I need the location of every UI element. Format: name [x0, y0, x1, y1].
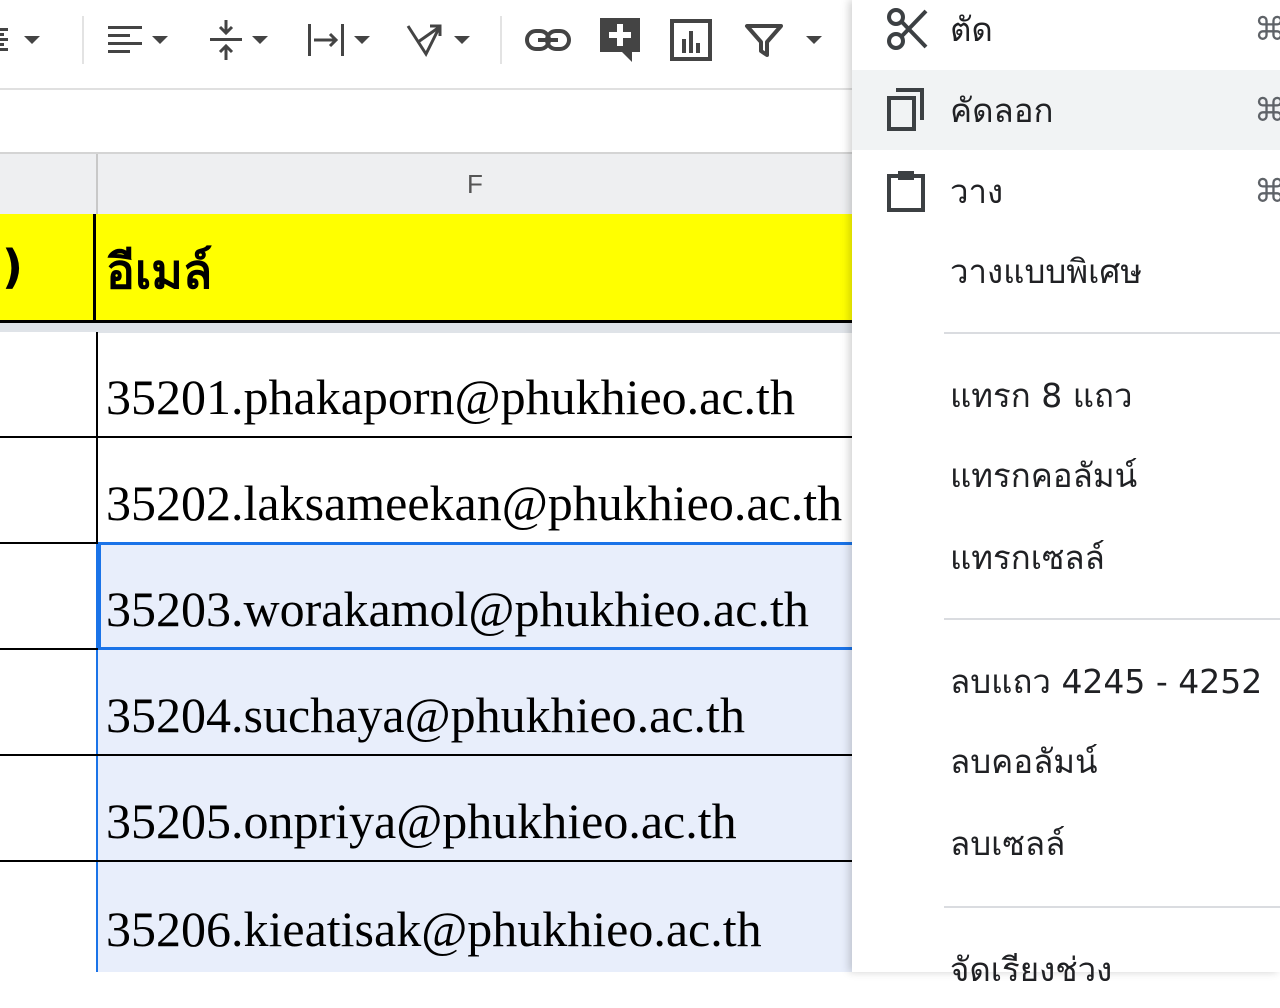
menu-divider	[944, 618, 1280, 620]
menu-item-label: แทรกเซลล์	[950, 537, 1105, 577]
table-row: 35204.suchaya@phukhieo.ac.th	[0, 650, 852, 756]
email-cell[interactable]: 35204.suchaya@phukhieo.ac.th	[106, 686, 745, 744]
table-cell[interactable]	[0, 756, 98, 860]
shortcut-hint: ⌘	[1254, 92, 1280, 128]
menu-item-delete-column[interactable]: ลบคอลัมน์	[852, 722, 1280, 800]
toolbar-divider	[500, 16, 502, 64]
table-row: 35206.kieatisak@phukhieo.ac.th	[0, 862, 852, 972]
table-row: 35201.phakaporn@phukhieo.ac.th	[0, 332, 852, 438]
email-cell[interactable]: 35206.kieatisak@phukhieo.ac.th	[106, 900, 762, 958]
header-row: ม) อีเมล์	[0, 214, 852, 323]
insert-chart-button[interactable]	[670, 16, 712, 64]
text-wrap-menu-button[interactable]	[0, 16, 42, 64]
header-cell-prev[interactable]: ม)	[0, 214, 96, 320]
table-row: 35205.onpriya@phukhieo.ac.th	[0, 756, 852, 862]
chart-icon	[670, 19, 712, 61]
chevron-down-icon	[454, 36, 470, 44]
text-wrapping-icon	[308, 24, 344, 56]
clipboard-icon	[887, 171, 925, 212]
menu-item-label: แทรกคอลัมน์	[950, 455, 1138, 495]
vertical-align-menu-button[interactable]	[208, 16, 270, 64]
menu-item-delete-rows[interactable]: ลบแถว 4245 - 4252	[852, 642, 1280, 720]
table-row: 35202.laksameekan@phukhieo.ac.th	[0, 438, 852, 544]
table-cell[interactable]	[0, 650, 98, 754]
link-icon	[525, 29, 571, 51]
text-rotation-icon	[406, 24, 442, 58]
email-cell[interactable]: 35203.worakamol@phukhieo.ac.th	[106, 580, 809, 638]
table-cell[interactable]	[0, 862, 98, 972]
chevron-down-icon	[354, 36, 370, 44]
chevron-down-icon	[806, 36, 822, 44]
menu-divider	[944, 332, 1280, 334]
insert-comment-button[interactable]	[598, 16, 642, 64]
shortcut-hint: ⌘	[1254, 11, 1280, 47]
menu-divider	[944, 906, 1280, 908]
table-cell[interactable]	[0, 438, 98, 542]
menu-item-paste-special[interactable]: วางแบบพิเศษ	[852, 232, 1280, 310]
filter-menu-button[interactable]	[744, 16, 824, 64]
menu-item-copy[interactable]: คัดลอก ⌘	[852, 70, 1280, 150]
header-prev-fragment: ม)	[0, 239, 23, 294]
email-cell[interactable]: 35202.laksameekan@phukhieo.ac.th	[106, 474, 842, 532]
menu-item-label: ลบเซลล์	[950, 823, 1066, 863]
menu-item-label: วางแบบพิเศษ	[950, 251, 1143, 291]
chevron-down-icon	[152, 36, 168, 44]
menu-item-paste[interactable]: วาง ⌘	[852, 152, 1280, 230]
copy-icon	[887, 88, 924, 131]
menu-item-insert-cells[interactable]: แทรกเซลล์	[852, 518, 1280, 596]
text-wrap-icon	[0, 28, 8, 51]
table-cell[interactable]	[0, 332, 98, 436]
insert-link-button[interactable]	[524, 16, 572, 64]
scissors-icon	[887, 8, 928, 50]
text-wrapping-menu-button[interactable]	[306, 16, 372, 64]
formula-bar[interactable]	[0, 88, 852, 154]
shortcut-hint: ⌘	[1254, 173, 1280, 209]
menu-item-cut[interactable]: ตัด ⌘	[852, 0, 1280, 68]
column-header-e[interactable]	[0, 154, 98, 214]
chevron-down-icon	[252, 36, 268, 44]
menu-item-label: ตัด	[950, 9, 993, 49]
menu-item-sort-range[interactable]: จัดเรียงช่วง	[852, 930, 1280, 1008]
context-menu: ตัด ⌘ คัดลอก ⌘ วาง ⌘ วางแบบพิเศษ แทรก 8 …	[852, 0, 1280, 989]
table-cell[interactable]	[0, 544, 98, 648]
text-rotation-menu-button[interactable]	[404, 16, 472, 64]
filter-icon	[745, 24, 783, 57]
add-comment-icon	[600, 18, 640, 62]
toolbar-divider	[82, 16, 84, 64]
menu-item-delete-cells[interactable]: ลบเซลล์	[852, 804, 1280, 882]
header-cell-email[interactable]: อีเมล์	[106, 234, 212, 310]
email-cell[interactable]: 35205.onpriya@phukhieo.ac.th	[106, 792, 737, 850]
menu-item-label: แทรก 8 แถว	[950, 375, 1133, 415]
menu-item-insert-rows[interactable]: แทรก 8 แถว	[852, 356, 1280, 434]
menu-item-insert-column[interactable]: แทรกคอลัมน์	[852, 436, 1280, 514]
column-header-f[interactable]: F	[98, 154, 852, 214]
table-row: 35203.worakamol@phukhieo.ac.th	[0, 544, 852, 650]
column-header-bar: F	[0, 154, 852, 216]
menu-item-label: ลบคอลัมน์	[950, 741, 1098, 781]
chevron-down-icon	[24, 36, 40, 44]
align-left-icon	[108, 26, 142, 53]
menu-item-label: วาง	[950, 171, 1004, 211]
email-cell[interactable]: 35201.phakaporn@phukhieo.ac.th	[106, 368, 795, 426]
menu-item-label: ลบแถว 4245 - 4252	[950, 661, 1263, 701]
menu-item-label: คัดลอก	[950, 90, 1054, 130]
vertical-align-icon	[210, 20, 242, 60]
menu-item-label: จัดเรียงช่วง	[950, 949, 1113, 989]
horizontal-align-menu-button[interactable]	[106, 16, 170, 64]
